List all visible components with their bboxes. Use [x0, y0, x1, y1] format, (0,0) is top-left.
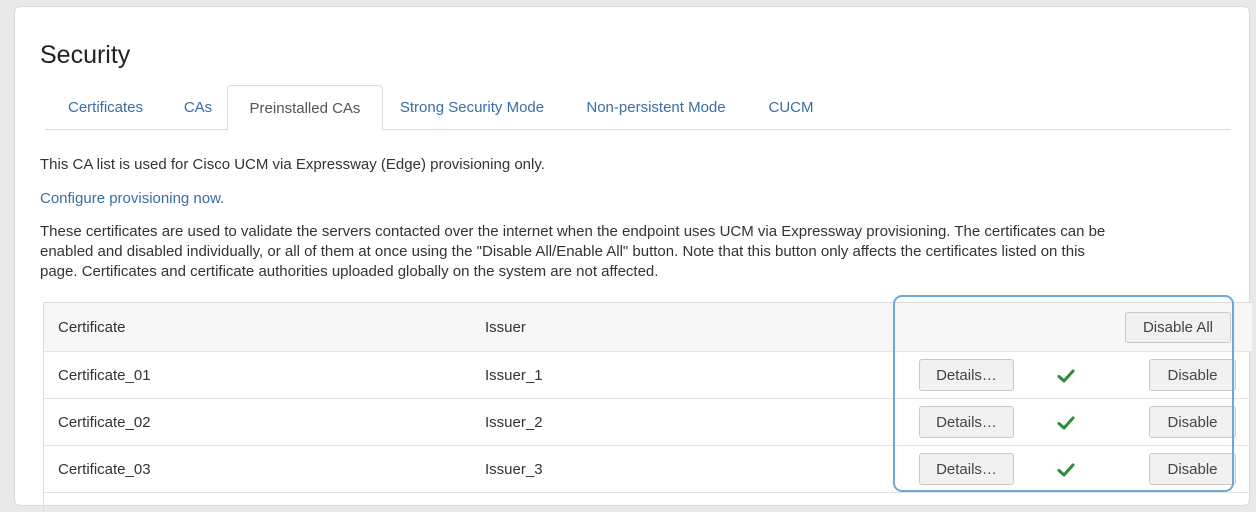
column-header-issuer: Issuer [485, 318, 526, 336]
table-header-row: Certificate Issuer Disable All [44, 303, 1252, 352]
description-line: page. Certificates and certificate autho… [40, 263, 659, 280]
certificate-name: Certificate_01 [58, 366, 151, 384]
issuer-name: Issuer_3 [485, 460, 543, 478]
certificate-name: Certificate_02 [58, 413, 151, 431]
tab-bar: Certificates CAs Preinstalled CAs Strong… [45, 85, 1231, 131]
table-row: Certificate_02 Issuer_2 Details… Disable [44, 399, 1252, 446]
tab-non-persistent-mode[interactable]: Non-persistent Mode [561, 85, 751, 130]
disable-all-button[interactable]: Disable All [1125, 312, 1231, 343]
certificate-name: Certificate_03 [58, 460, 151, 478]
tab-cucm[interactable]: CUCM [751, 85, 831, 130]
description: These certificates are used to validate … [40, 222, 1235, 282]
check-icon [1057, 416, 1075, 430]
tab-certificates[interactable]: Certificates [45, 85, 166, 130]
details-button[interactable]: Details… [919, 453, 1014, 485]
disable-button[interactable]: Disable [1149, 406, 1236, 438]
details-button[interactable]: Details… [919, 359, 1014, 391]
tab-strong-security-mode[interactable]: Strong Security Mode [383, 85, 561, 130]
disable-button[interactable]: Disable [1149, 359, 1236, 391]
configure-provisioning-link[interactable]: Configure provisioning now. [40, 190, 224, 207]
page-title: Security [40, 41, 131, 69]
check-icon [1057, 463, 1075, 477]
description-line: enabled and disabled individually, or al… [40, 243, 1085, 260]
issuer-name: Issuer_1 [485, 366, 543, 384]
tab-preinstalled-cas[interactable]: Preinstalled CAs [227, 85, 383, 131]
description-line: These certificates are used to validate … [40, 223, 1106, 240]
table-row: Certificate_03 Issuer_3 Details… Disable [44, 446, 1252, 493]
tab-cas[interactable]: CAs [166, 85, 230, 130]
column-header-certificate: Certificate [58, 318, 126, 336]
disable-button[interactable]: Disable [1149, 453, 1236, 485]
security-panel: Security Certificates CAs Preinstalled C… [14, 6, 1252, 512]
check-icon [1057, 369, 1075, 383]
table-row: Certificate_01 Issuer_1 Details… Disable [44, 352, 1252, 399]
issuer-name: Issuer_2 [485, 413, 543, 431]
certificates-table: Certificate Issuer Disable All Certifica… [43, 302, 1252, 512]
details-button[interactable]: Details… [919, 406, 1014, 438]
intro-text: This CA list is used for Cisco UCM via E… [40, 156, 545, 173]
